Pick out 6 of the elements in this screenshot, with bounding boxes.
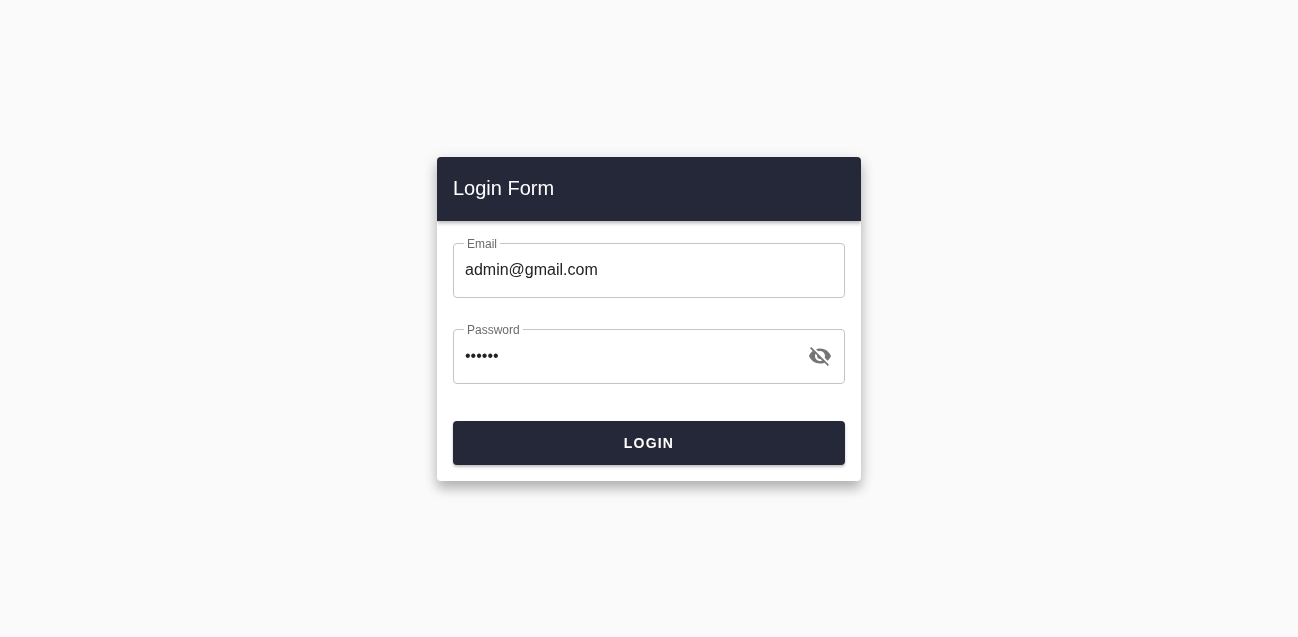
field-label: Password bbox=[466, 322, 521, 337]
card-title: Login Form bbox=[453, 177, 555, 200]
field-label: Email bbox=[466, 236, 498, 251]
email-field[interactable]: Email admin@gmail.com bbox=[453, 236, 845, 298]
login-button[interactable]: LOGIN bbox=[453, 420, 845, 465]
password-field[interactable]: Password •••••• bbox=[453, 322, 845, 384]
